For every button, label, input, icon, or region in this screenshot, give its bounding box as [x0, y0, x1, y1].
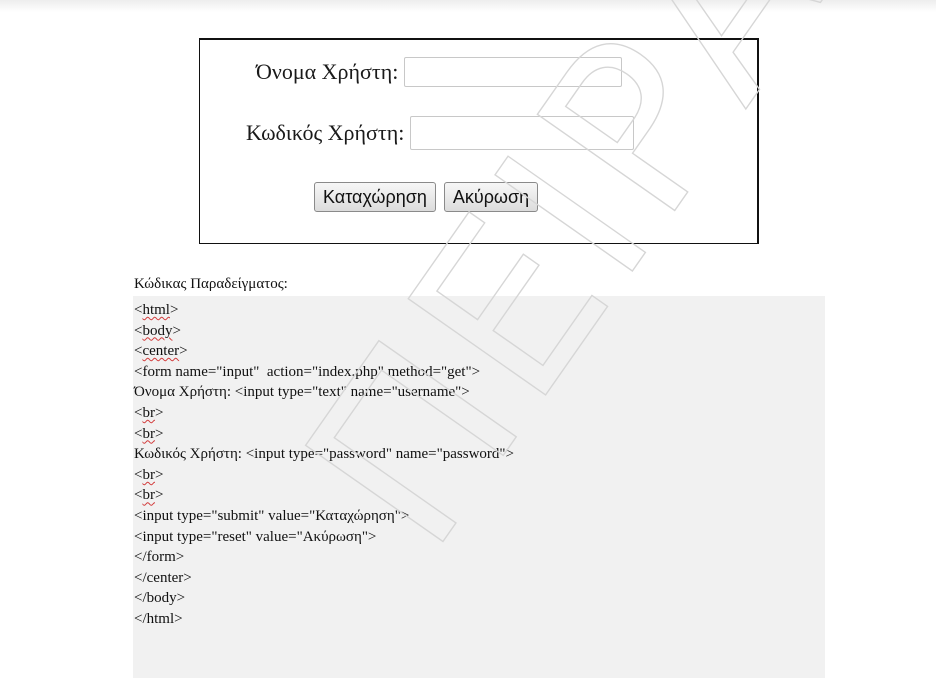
- code-line: <body>: [134, 322, 181, 339]
- top-shadow: [0, 0, 936, 12]
- code-line: </body>: [134, 590, 186, 607]
- password-label: Κωδικός Χρήστη:: [246, 120, 405, 145]
- reset-button[interactable]: Ακύρωση: [443, 182, 539, 212]
- code-sample-block: <html> <body> <center> <form name="input" a…: [133, 296, 825, 678]
- code-line: </html>: [134, 610, 183, 627]
- username-label: Όνομα Χρήστη:: [256, 59, 399, 84]
- code-line: <input type="submit" value="Καταχώρηση">: [134, 507, 410, 524]
- code-line: Κωδικός Χρήστη: <input type="password" n…: [134, 446, 515, 463]
- code-line: <html>: [134, 302, 179, 318]
- code-sample-title: Κώδικας Παραδείγματος:: [134, 276, 288, 292]
- username-row: Όνομα Χρήστη:: [256, 57, 623, 87]
- code-line: <br>: [134, 404, 164, 421]
- code-line: Όνομα Χρήστη: <input type="text" name="u…: [134, 384, 470, 401]
- code-line: </center>: [134, 569, 192, 586]
- code-line: <input type="reset" value="Ακύρωση">: [134, 528, 377, 545]
- code-line: <br>: [134, 425, 164, 442]
- code-line: <form name="input" action="index.php" me…: [134, 363, 481, 380]
- submit-button[interactable]: Καταχώρηση: [314, 182, 436, 212]
- code-line: <center>: [134, 343, 188, 360]
- code-line: <br>: [134, 466, 164, 483]
- code-line: </form>: [134, 549, 185, 566]
- form-buttons: Καταχώρηση Ακύρωση: [314, 182, 539, 212]
- code-line: <br>: [134, 487, 164, 504]
- password-input[interactable]: [410, 116, 635, 150]
- username-input[interactable]: [404, 57, 623, 87]
- rendered-form-demo: Όνομα Χρήστη: Κωδικός Χρήστη: Καταχώρηση…: [199, 38, 759, 244]
- password-row: Κωδικός Χρήστη:: [246, 116, 635, 150]
